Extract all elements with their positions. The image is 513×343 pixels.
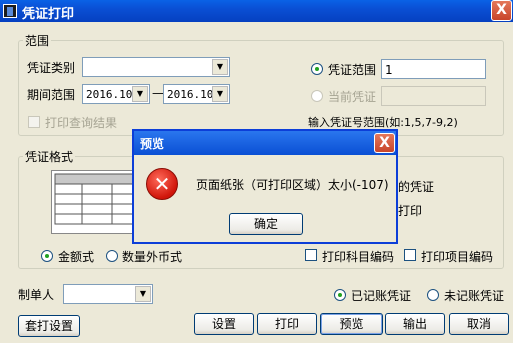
chevron-down-icon[interactable]: ▼ xyxy=(212,86,228,102)
voucher-range-hint: 输入凭证号范围(如:1,5,7-9,2) xyxy=(308,116,458,129)
print-item-code-label: 打印项目编码 xyxy=(421,250,494,264)
voucher-type-label: 凭证类别 xyxy=(27,61,76,75)
window-titlebar: 凭证打印 X xyxy=(0,0,513,22)
error-icon: ✕ xyxy=(146,168,178,200)
print-button[interactable]: 打印 xyxy=(257,313,317,335)
period-from-select[interactable]: 2016.10 ▼ xyxy=(82,84,150,104)
period-to-select[interactable]: 2016.10 ▼ xyxy=(163,84,230,104)
voucher-format-preview xyxy=(51,170,144,234)
unposted-label: 未记账凭证 xyxy=(444,289,505,303)
print-query-checkbox[interactable] xyxy=(28,116,40,128)
format-partial-text-1: 的凭证 xyxy=(398,180,435,194)
posted-radio[interactable] xyxy=(334,289,346,301)
period-to-value: 2016.10 xyxy=(167,88,214,101)
print-item-code-checkbox[interactable] xyxy=(404,249,416,261)
cancel-button[interactable]: 取消 xyxy=(449,313,509,335)
export-button[interactable]: 输出 xyxy=(385,313,445,335)
amount-format-radio[interactable] xyxy=(41,250,53,262)
posted-label: 已记账凭证 xyxy=(351,289,412,303)
voucher-type-select[interactable]: ▼ xyxy=(82,57,230,77)
unposted-radio[interactable] xyxy=(427,289,439,301)
current-voucher-radio[interactable] xyxy=(311,90,323,102)
range-group-legend: 范围 xyxy=(25,34,50,48)
print-query-label: 打印查询结果 xyxy=(45,116,118,130)
print-account-code-label: 打印科目编码 xyxy=(322,250,395,264)
dialog-message: 页面纸张（可打印区域）太小(-107) xyxy=(196,178,389,192)
voucher-range-label: 凭证范围 xyxy=(328,63,377,77)
voucher-table-icon xyxy=(54,173,141,225)
dialog-ok-button[interactable]: 确定 xyxy=(229,213,303,235)
amount-format-label: 金额式 xyxy=(58,250,95,264)
format-group-legend: 凭证格式 xyxy=(25,150,74,164)
chevron-down-icon[interactable]: ▼ xyxy=(132,86,148,102)
quantity-format-radio[interactable] xyxy=(106,250,118,262)
dialog-title: 预览 xyxy=(140,137,165,151)
print-account-code-checkbox[interactable] xyxy=(305,249,317,261)
voucher-range-input[interactable]: 1 xyxy=(381,59,486,79)
window-close-button[interactable]: X xyxy=(491,0,512,21)
voucher-range-radio[interactable] xyxy=(311,63,323,75)
chevron-down-icon[interactable]: ▼ xyxy=(135,286,151,302)
quantity-format-label: 数量外币式 xyxy=(122,250,183,264)
set-print-button[interactable]: 套打设置 xyxy=(18,315,80,337)
chevron-down-icon[interactable]: ▼ xyxy=(212,59,228,75)
settings-button[interactable]: 设置 xyxy=(194,313,254,335)
current-voucher-label: 当前凭证 xyxy=(328,90,377,104)
format-partial-text-2: 打印 xyxy=(398,204,423,218)
period-from-value: 2016.10 xyxy=(86,88,133,101)
voucher-range-value: 1 xyxy=(385,63,393,77)
app-icon xyxy=(3,4,17,18)
dialog-close-button[interactable]: X xyxy=(374,133,395,153)
period-label: 期间范围 xyxy=(27,88,76,102)
window-title: 凭证打印 xyxy=(22,7,75,22)
preview-error-dialog: 预览 X ✕ 页面纸张（可打印区域）太小(-107) 确定 xyxy=(132,129,398,244)
dialog-titlebar: 预览 X xyxy=(134,131,396,155)
current-voucher-input[interactable] xyxy=(381,86,486,106)
maker-select[interactable]: ▼ xyxy=(63,284,153,304)
maker-label: 制单人 xyxy=(18,288,55,302)
preview-button[interactable]: 预览 xyxy=(320,313,383,335)
